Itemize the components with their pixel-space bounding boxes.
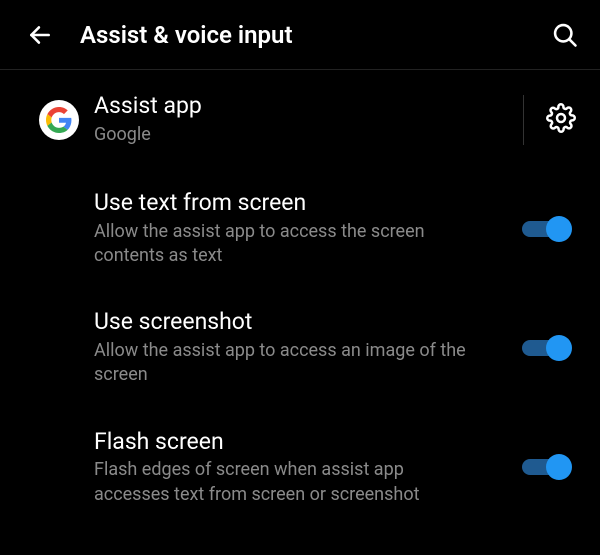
settings-list: Assist app Google Use text from screen A… (0, 70, 600, 527)
google-icon (24, 100, 94, 140)
use-screenshot-row[interactable]: Use screenshot Allow the assist app to a… (0, 288, 600, 407)
flash-screen-toggle[interactable] (522, 455, 570, 479)
assist-app-subtitle: Google (94, 123, 474, 147)
use-text-row[interactable]: Use text from screen Allow the assist ap… (0, 169, 600, 288)
assist-app-row[interactable]: Assist app Google (0, 70, 600, 169)
use-screenshot-title: Use screenshot (94, 308, 506, 337)
use-text-title: Use text from screen (94, 189, 506, 218)
back-icon[interactable] (26, 21, 54, 49)
search-icon[interactable] (550, 20, 580, 50)
use-text-subtitle: Allow the assist app to access the scree… (94, 220, 474, 269)
page-title: Assist & voice input (80, 21, 550, 49)
use-screenshot-subtitle: Allow the assist app to access an image … (94, 339, 474, 388)
header: Assist & voice input (0, 0, 600, 70)
flash-screen-title: Flash screen (94, 428, 506, 457)
flash-screen-subtitle: Flash edges of screen when assist app ac… (94, 458, 474, 507)
use-screenshot-toggle[interactable] (522, 336, 570, 360)
vertical-divider (523, 95, 524, 145)
use-text-toggle[interactable] (522, 217, 570, 241)
assist-app-title: Assist app (94, 92, 513, 121)
gear-icon[interactable] (546, 103, 576, 137)
flash-screen-row[interactable]: Flash screen Flash edges of screen when … (0, 408, 600, 527)
